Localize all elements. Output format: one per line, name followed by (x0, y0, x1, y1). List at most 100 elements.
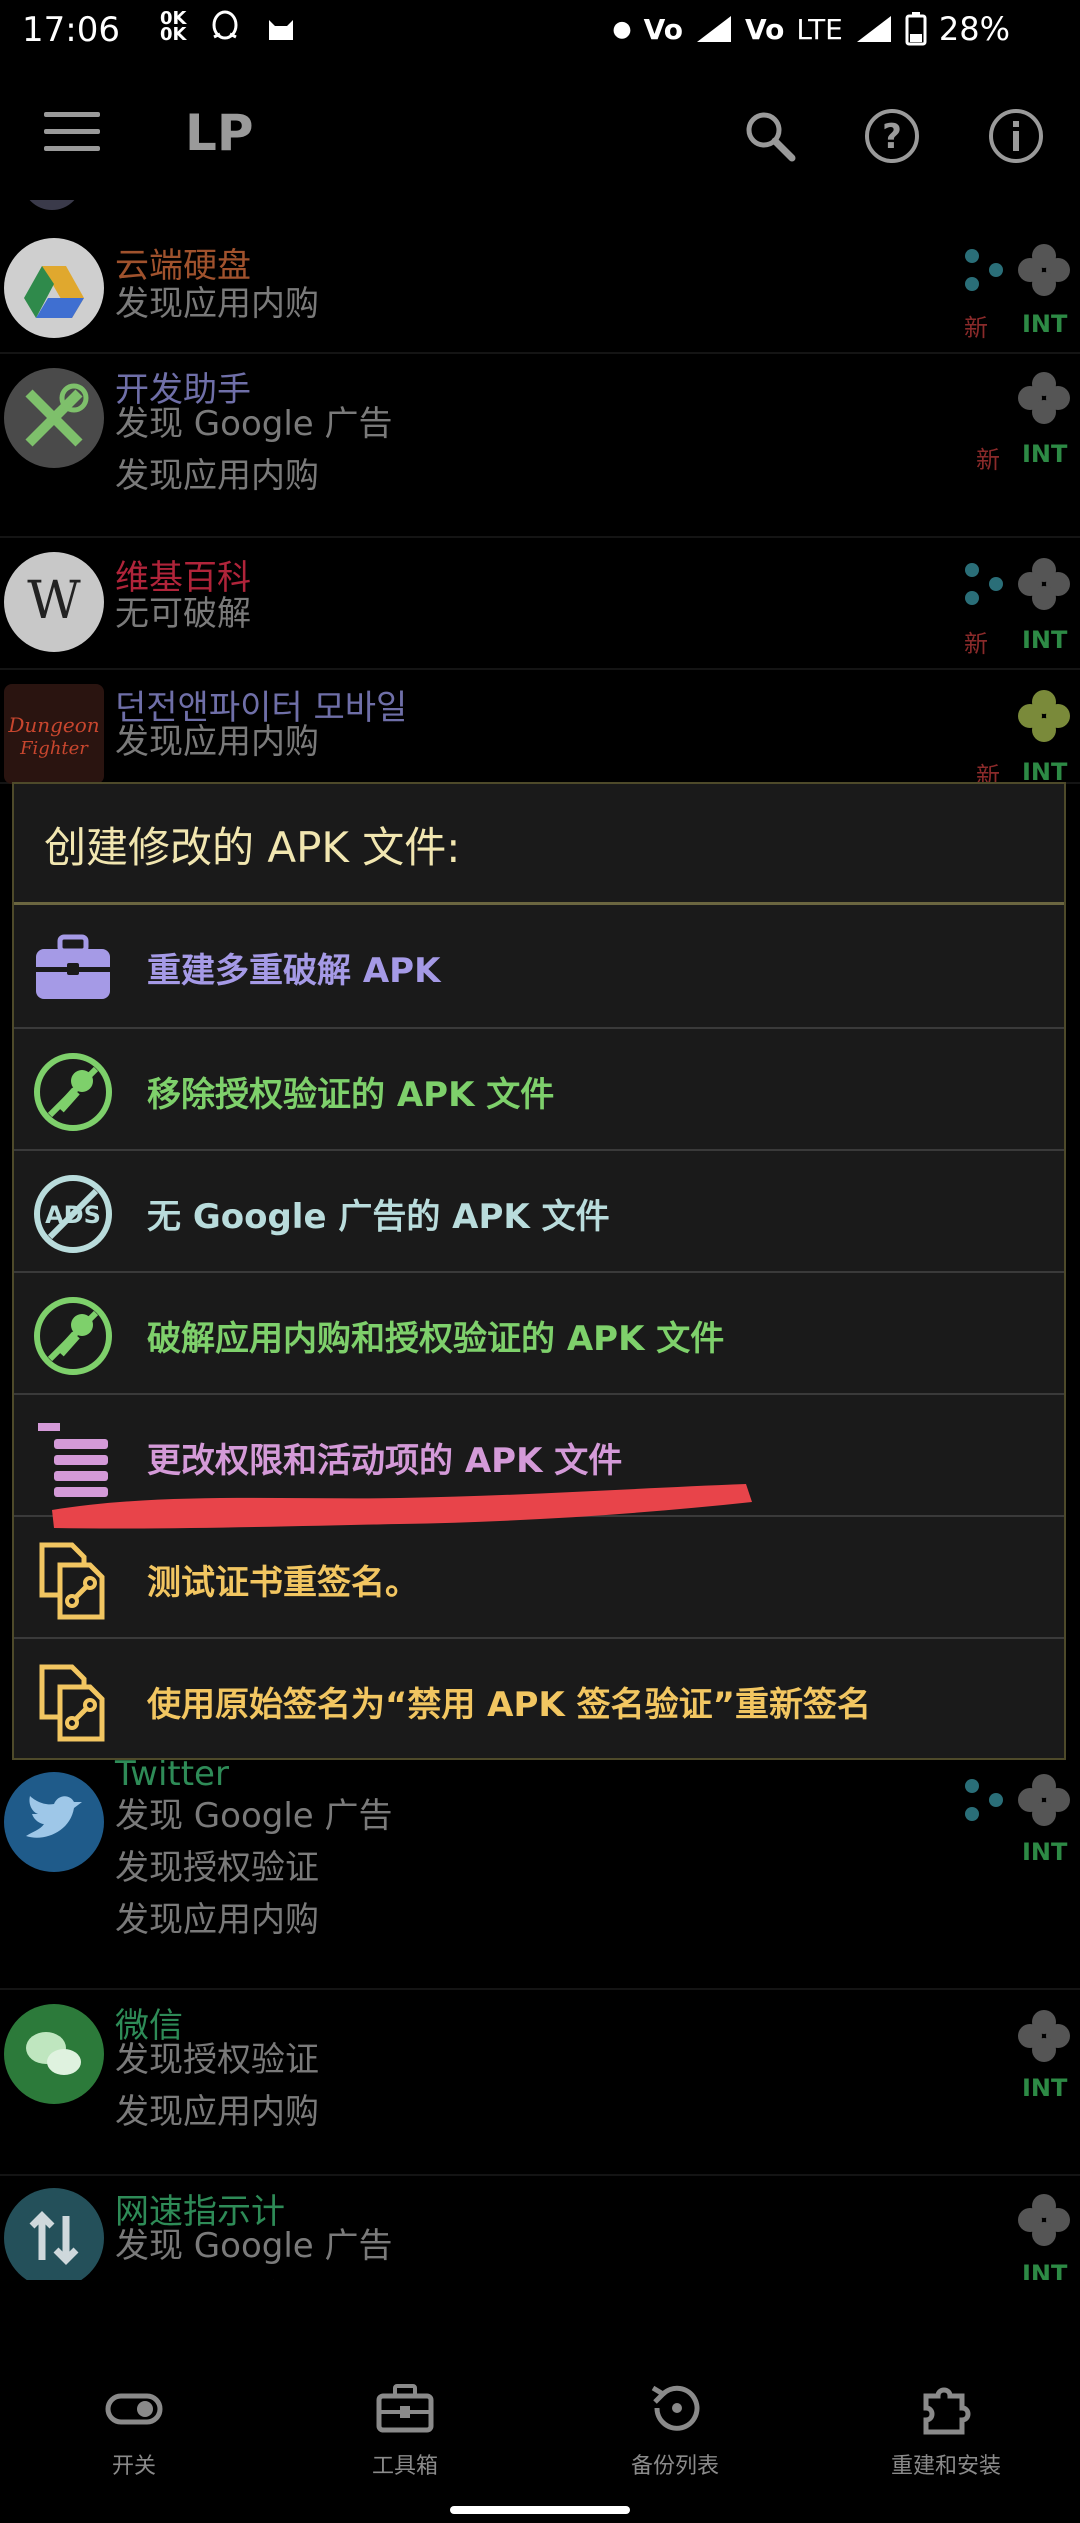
no-ads-icon: ADS (34, 1175, 112, 1253)
google-drive-icon (4, 238, 104, 338)
toolbox-icon (376, 2384, 434, 2433)
app-status: 发现 Google 广告 (115, 1796, 393, 1836)
toggle-icon (105, 2393, 163, 2425)
battery-percent: 28% (938, 10, 1010, 48)
status-time: 17:06 (22, 10, 120, 50)
nav-label: 重建和安装 (890, 2454, 1001, 2479)
int-badge: INT (1022, 1838, 1068, 1866)
list-item[interactable]: 云端硬盘 发现应用内购 新 INT (0, 226, 1080, 354)
app-status: 发现应用内购 (115, 1900, 319, 1940)
network-type: LTE (796, 12, 843, 46)
create-apk-dialog: 创建修改的 APK 文件: 重建多重破解 APK 移除授权验证的 APK 文件 … (12, 782, 1066, 1760)
app-status: 发现授权验证 (115, 1848, 319, 1888)
app-status: 发现 Google 广告 (115, 404, 393, 444)
app-status: 发现授权验证 (115, 2040, 319, 2080)
ok-icon: 0K 0K (160, 8, 187, 45)
clover-icon (1018, 690, 1070, 742)
svg-text:W: W (27, 571, 81, 631)
nav-backup[interactable]: 备份列表 (575, 2380, 775, 2480)
option-rebuild-multi-patch[interactable]: 重建多重破解 APK (14, 905, 1064, 1027)
option-patch-iap-license[interactable]: 破解应用内购和授权验证的 APK 文件 (14, 1271, 1064, 1395)
clover-icon (1018, 558, 1070, 610)
red-highlight-annotation (52, 1484, 752, 1529)
status-right: ● Vo Vo LTE 28% (612, 10, 1010, 48)
status-bar: 17:06 0K 0K ● Vo Vo LTE 28% (0, 0, 1080, 64)
dialog-title: 创建修改的 APK 文件: (44, 823, 461, 872)
clover-icon (1018, 1774, 1070, 1826)
list-item[interactable]: W 维基百科 无可破解 新 INT (0, 540, 1080, 670)
int-badge: INT (1022, 2074, 1068, 2102)
list-item[interactable]: Dungeon Fighter 던전앤파이터 모바일 发现应用内购 新 INT (0, 672, 1080, 790)
toolbox-icon (36, 934, 110, 999)
resign-icon (39, 1664, 105, 1742)
svg-text:Dungeon: Dungeon (7, 713, 99, 737)
app-status: 发现应用内购 (115, 284, 319, 324)
dots-icon (965, 563, 1003, 605)
dots-icon (965, 249, 1003, 291)
list-item[interactable]: 网速指示计 发现 Google 广告 发现授权验证 INT (0, 2176, 1080, 2280)
nav-label: 工具箱 (371, 2454, 438, 2479)
info-icon[interactable] (986, 106, 1046, 166)
tools-icon (4, 368, 104, 468)
wikipedia-icon: W (4, 552, 104, 652)
menu-icon[interactable] (44, 112, 100, 156)
int-badge: INT (1022, 440, 1068, 468)
svg-text:?: ? (882, 117, 902, 157)
option-no-ads[interactable]: ADS 无 Google 广告的 APK 文件 (14, 1149, 1064, 1273)
wechat-icon (4, 2004, 104, 2104)
speed-meter-icon (4, 2188, 104, 2280)
nav-label: 开关 (111, 2454, 156, 2479)
option-label: 无 Google 广告的 APK 文件 (147, 1197, 610, 1237)
app-status: 无可破解 (115, 594, 251, 634)
signal-icon (696, 16, 731, 42)
option-label: 移除授权验证的 APK 文件 (147, 1075, 555, 1115)
app-status: 发现应用内购 (115, 2092, 319, 2132)
volte-icon: Vo (643, 12, 683, 46)
int-badge: INT (1022, 310, 1068, 338)
dot-icon: ● (612, 16, 632, 42)
clover-icon (1018, 372, 1070, 424)
option-original-sign-resign[interactable]: 使用原始签名为“禁用 APK 签名验证”重新签名 (14, 1637, 1064, 1761)
nav-label: 备份列表 (630, 2454, 719, 2479)
dots-icon (965, 1779, 1003, 1821)
nav-rebuild-install[interactable]: 重建和安装 (846, 2380, 1046, 2480)
twitter-icon (4, 1772, 104, 1872)
option-label: 破解应用内购和授权验证的 APK 文件 (147, 1319, 725, 1359)
home-indicator[interactable] (450, 2506, 630, 2514)
int-badge: INT (1022, 2260, 1068, 2280)
app-status: 发现应用内购 (115, 722, 319, 762)
no-license-icon (34, 1297, 112, 1375)
list-item[interactable]: Twitter 发现 Google 广告 发现授权验证 发现应用内购 INT (0, 1754, 1080, 1990)
option-label: 重建多重破解 APK (147, 951, 441, 991)
app-status: 发现授权验证 (115, 2272, 319, 2280)
list-item[interactable]: 微信 发现授权验证 发现应用内购 INT (0, 1990, 1080, 2176)
clover-icon (1018, 244, 1070, 296)
game-logo-icon: Dungeon Fighter (4, 684, 104, 784)
no-license-icon (34, 1053, 112, 1131)
search-icon[interactable] (740, 106, 800, 166)
help-icon[interactable]: ? (862, 106, 922, 166)
svg-text:Fighter: Fighter (19, 738, 89, 759)
notification-icons: 0K 0K (160, 10, 298, 44)
option-label: 使用原始签名为“禁用 APK 签名验证”重新签名 (147, 1685, 871, 1725)
new-badge: 新 (964, 630, 988, 658)
clover-icon (1018, 2194, 1070, 2246)
volte-icon: Vo (744, 12, 785, 46)
puzzle-icon (923, 2387, 971, 2435)
app-status: 发现 Google 广告 (115, 2226, 393, 2266)
cat-icon (269, 20, 294, 40)
new-badge: 新 (976, 446, 1000, 474)
nav-toggle[interactable]: 开关 (34, 2380, 234, 2480)
app-status: 发现应用内购 (115, 456, 319, 496)
clover-icon (1018, 2010, 1070, 2062)
qq-icon (212, 10, 238, 40)
option-remove-license[interactable]: 移除授权验证的 APK 文件 (14, 1027, 1064, 1151)
resign-icon (39, 1542, 105, 1620)
option-label: 测试证书重签名。 (147, 1563, 419, 1603)
app-title: LP (185, 104, 254, 162)
app-bar: LP ? (0, 64, 1080, 204)
partial-avatar (22, 200, 82, 210)
nav-toolbox[interactable]: 工具箱 (305, 2380, 505, 2480)
list-item[interactable]: 开发助手 发现 Google 广告 发现应用内购 新 INT (0, 354, 1080, 538)
new-badge: 新 (964, 314, 988, 342)
